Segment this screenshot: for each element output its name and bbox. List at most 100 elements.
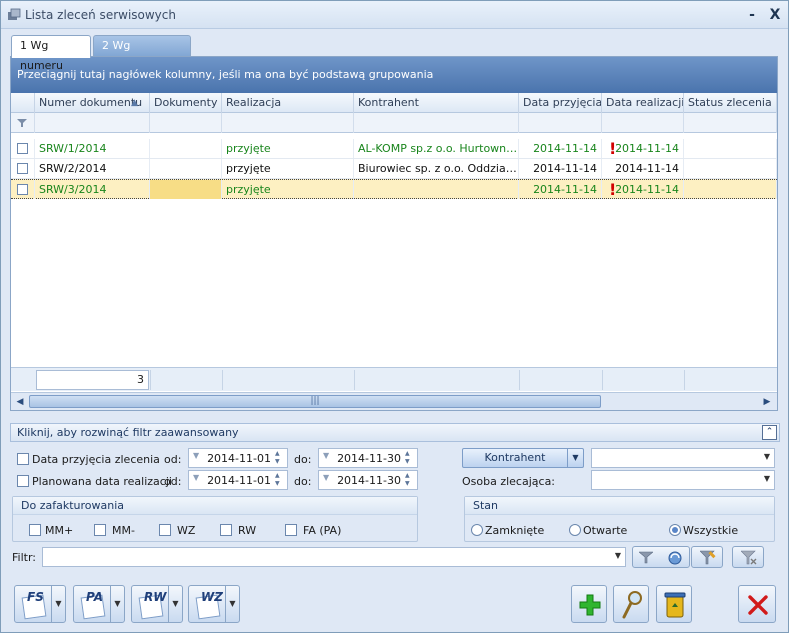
planowana-do-input[interactable]: ▼ 2014-11-30 ▲ ▼ xyxy=(318,470,418,490)
data-przyjecia-do-input[interactable]: ▼ 2014-11-30 ▲ ▼ xyxy=(318,448,418,468)
close-x-icon xyxy=(748,595,768,615)
wszystkie-radio[interactable] xyxy=(669,524,681,536)
filter-dokumenty[interactable] xyxy=(150,113,222,133)
wz-label: WZ xyxy=(177,524,196,537)
fa-pa-checkbox[interactable] xyxy=(285,524,297,536)
cell-dokumenty xyxy=(150,180,222,199)
rw-checkbox[interactable] xyxy=(220,524,232,536)
otwarte-radio[interactable] xyxy=(569,524,581,536)
spinner-icon[interactable]: ▲ ▼ xyxy=(275,450,285,466)
data-przyjecia-label: Data przyjęcia zlecenia xyxy=(32,453,160,466)
row-checkbox[interactable] xyxy=(17,163,28,174)
header-dokumenty[interactable]: Dokumenty xyxy=(150,93,222,113)
mm-minus-checkbox[interactable] xyxy=(94,524,106,536)
orders-grid: Przeciągnij tutaj nagłówek kolumny, jeśl… xyxy=(10,56,778,411)
header-data-przyjecia[interactable]: Data przyjęcia xyxy=(519,93,602,113)
close-button[interactable] xyxy=(738,585,776,623)
chevron-down-icon[interactable]: ▼ xyxy=(225,586,239,622)
planowana-od-input[interactable]: ▼ 2014-11-01 ▲ ▼ xyxy=(188,470,288,490)
pa-document-icon: PA xyxy=(78,590,112,620)
planowana-checkbox[interactable] xyxy=(17,475,29,487)
scroll-right-icon[interactable]: ▶ xyxy=(761,396,773,408)
trash-icon xyxy=(664,592,686,618)
collapse-icon[interactable]: ⌃ xyxy=(762,425,777,440)
refresh-filter-icon xyxy=(668,551,682,565)
filter-realizacja[interactable] xyxy=(222,113,354,133)
funnel-icon xyxy=(639,551,653,564)
osoba-combo[interactable]: ▼ xyxy=(591,470,775,490)
table-row[interactable]: SRW/1/2014 przyjęte AL-KOMP sp.z o.o. Hu… xyxy=(11,139,777,159)
spinner-icon[interactable]: ▲ ▼ xyxy=(405,450,415,466)
row-checkbox[interactable] xyxy=(17,143,28,154)
group-by-area[interactable]: Przeciągnij tutaj nagłówek kolumny, jeśl… xyxy=(11,57,777,93)
fs-document-button[interactable]: FS ▼ xyxy=(14,585,66,623)
cell-data-realizacji: ! 2014-11-14 xyxy=(602,180,684,199)
chevron-down-icon[interactable]: ▼ xyxy=(615,551,621,560)
cell-realizacja: przyjęte xyxy=(222,159,354,178)
funnel-edit-icon xyxy=(700,550,716,565)
header-realizacja[interactable]: Realizacja xyxy=(222,93,354,113)
clear-filter-button[interactable] xyxy=(732,546,764,568)
filter-row-icon-cell[interactable] xyxy=(11,113,35,133)
table-row-selected[interactable]: SRW/3/2014 przyjęte 2014-11-14 ! 2014-11… xyxy=(11,179,777,199)
close-window-button[interactable]: X xyxy=(766,6,784,24)
dropdown-icon[interactable]: ▼ xyxy=(323,451,329,460)
dropdown-icon[interactable]: ▼ xyxy=(193,451,199,460)
header-numer[interactable]: Numer dokumentu ▲ xyxy=(35,93,150,113)
filter-kontrahent[interactable] xyxy=(354,113,519,133)
advanced-filter-header[interactable]: Kliknij, aby rozwinąć filtr zaawansowany… xyxy=(10,423,780,442)
spinner-icon[interactable]: ▲ ▼ xyxy=(275,472,285,488)
zafakturowania-group: Do zafakturowania MM+ MM- WZ RW FA (PA) xyxy=(12,496,418,542)
filter-data-przyjecia[interactable] xyxy=(519,113,602,133)
data-realizacji-value: 2014-11-14 xyxy=(615,142,679,155)
add-button[interactable] xyxy=(571,585,607,623)
pa-document-button[interactable]: PA ▼ xyxy=(73,585,125,623)
row-checkbox[interactable] xyxy=(17,184,28,195)
scroll-left-icon[interactable]: ◀ xyxy=(14,396,26,408)
rw-label: RW xyxy=(238,524,257,537)
chevron-down-icon[interactable]: ▼ xyxy=(764,474,770,483)
delete-button[interactable] xyxy=(656,585,692,623)
kontrahent-button[interactable]: Kontrahent ▼ xyxy=(462,448,584,468)
apply-filter-button[interactable] xyxy=(632,546,690,568)
od-label: od: xyxy=(164,453,182,466)
chevron-down-icon[interactable]: ▼ xyxy=(567,449,583,467)
dropdown-icon[interactable]: ▼ xyxy=(323,473,329,482)
fs-document-icon: FS xyxy=(19,590,53,620)
spinner-icon[interactable]: ▲ ▼ xyxy=(405,472,415,488)
horizontal-scrollbar[interactable]: ◀ ||| ▶ xyxy=(11,392,777,410)
header-data-realizacji[interactable]: Data realizacji xyxy=(602,93,684,113)
minimize-button[interactable]: - xyxy=(743,6,761,24)
filtr-combo[interactable]: ▼ xyxy=(42,547,626,567)
edit-filter-button[interactable] xyxy=(691,546,723,568)
data-przyjecia-checkbox[interactable] xyxy=(17,453,29,465)
scroll-thumb[interactable]: ||| xyxy=(29,395,601,408)
chevron-down-icon[interactable]: ▼ xyxy=(51,586,65,622)
mm-plus-checkbox[interactable] xyxy=(29,524,41,536)
header-select[interactable] xyxy=(11,93,35,113)
tab-wg-numeru[interactable]: 1 Wg numeru xyxy=(11,35,91,72)
cell-status xyxy=(684,180,777,199)
filter-status[interactable] xyxy=(684,113,777,133)
tab-wg-atrybutow[interactable]: 2 Wg atrybutów xyxy=(93,35,191,72)
chevron-down-icon[interactable]: ▼ xyxy=(168,586,182,622)
main-window: Lista zleceń serwisowych - X 1 Wg numeru… xyxy=(0,0,789,633)
filter-numer[interactable] xyxy=(35,113,150,133)
chevron-down-icon[interactable]: ▼ xyxy=(110,586,124,622)
preview-button[interactable] xyxy=(613,585,649,623)
table-row[interactable]: SRW/2/2014 przyjęte Biurowiec sp. z o.o.… xyxy=(11,159,777,179)
wz-document-button[interactable]: WZ ▼ xyxy=(188,585,240,623)
filter-funnel-icon xyxy=(17,119,27,127)
wz-checkbox[interactable] xyxy=(159,524,171,536)
header-kontrahent[interactable]: Kontrahent xyxy=(354,93,519,113)
rw-document-button[interactable]: RW ▼ xyxy=(131,585,183,623)
cell-realizacja: przyjęte xyxy=(222,139,354,158)
dropdown-icon[interactable]: ▼ xyxy=(193,473,199,482)
filter-data-realizacji[interactable] xyxy=(602,113,684,133)
header-status[interactable]: Status zlecenia xyxy=(684,93,777,113)
data-przyjecia-od-input[interactable]: ▼ 2014-11-01 ▲ ▼ xyxy=(188,448,288,468)
do-label: do: xyxy=(294,475,312,488)
chevron-down-icon[interactable]: ▼ xyxy=(764,452,770,461)
kontrahent-combo[interactable]: ▼ xyxy=(591,448,775,468)
zamkniete-radio[interactable] xyxy=(471,524,483,536)
